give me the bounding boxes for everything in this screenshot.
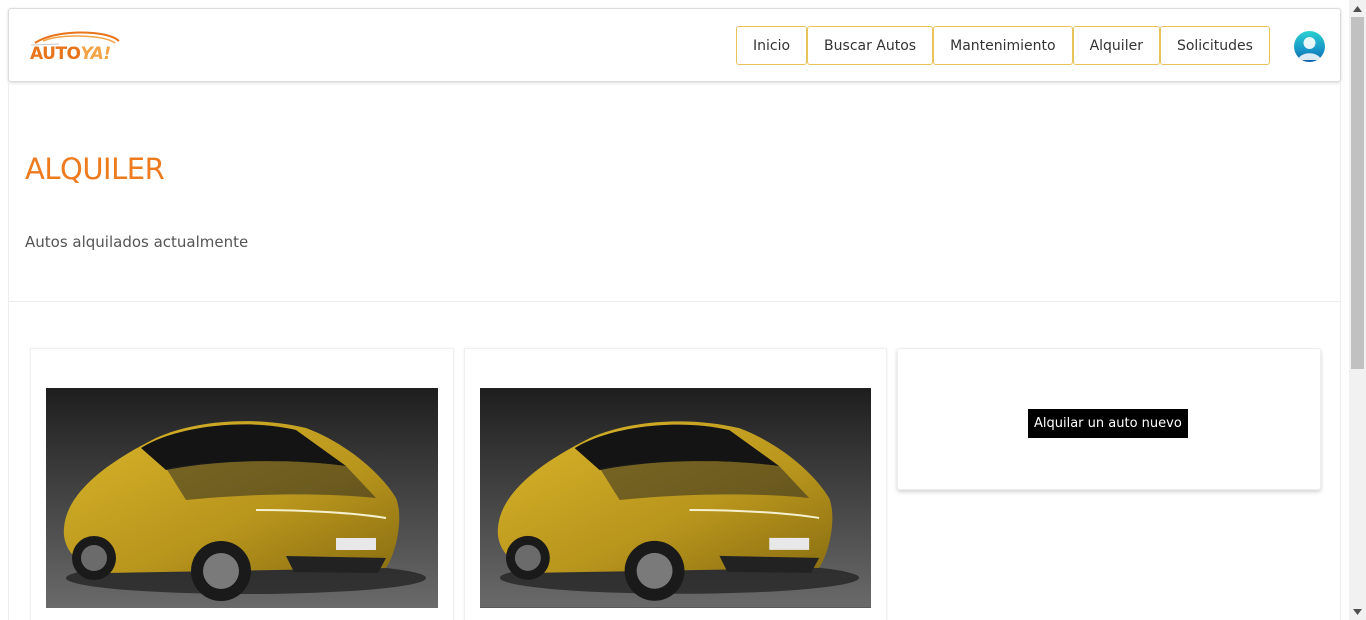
top-navbar: AUTOYA! Inicio Buscar Autos Mantenimient…: [8, 8, 1341, 82]
rented-car-card[interactable]: [464, 348, 887, 620]
scroll-down-arrow-icon[interactable]: [1349, 603, 1366, 620]
logo-text-auto: AUTO: [30, 44, 81, 64]
scrollbar-thumb[interactable]: [1351, 17, 1364, 369]
vertical-scrollbar[interactable]: [1349, 0, 1366, 620]
nav-alquiler[interactable]: Alquiler: [1072, 26, 1160, 65]
car-image-icon: [480, 388, 871, 608]
rented-car-card[interactable]: [30, 348, 454, 620]
nav-inicio[interactable]: Inicio: [736, 26, 808, 65]
scroll-up-arrow-icon[interactable]: [1349, 0, 1366, 17]
nav-buscar-autos[interactable]: Buscar Autos: [807, 26, 934, 65]
nav-solicitudes[interactable]: Solicitudes: [1159, 26, 1270, 65]
page: AUTOYA! Inicio Buscar Autos Mantenimient…: [0, 0, 1349, 620]
nav-mantenimiento[interactable]: Mantenimiento: [933, 26, 1073, 65]
main-nav: Inicio Buscar Autos Mantenimiento Alquil…: [736, 26, 1270, 66]
brand-logo[interactable]: AUTOYA!: [29, 27, 121, 67]
page-subtitle: Autos alquilados actualmente: [25, 233, 249, 251]
car-photo: [46, 388, 438, 608]
user-avatar-icon[interactable]: [1294, 31, 1325, 62]
page-title: ALQUILER: [25, 152, 165, 186]
person-icon: [1298, 37, 1321, 60]
new-rental-card: Alquilar un auto nuevo: [897, 348, 1321, 490]
car-photo: [480, 388, 871, 608]
rent-new-car-button[interactable]: Alquilar un auto nuevo: [1028, 409, 1188, 438]
logo-text-ya: YA!: [80, 44, 112, 64]
page-header-section: ALQUILER Autos alquilados actualmente: [8, 82, 1341, 302]
rentals-grid: Alquilar un auto nuevo: [8, 302, 1341, 620]
car-image-icon: [46, 388, 438, 608]
